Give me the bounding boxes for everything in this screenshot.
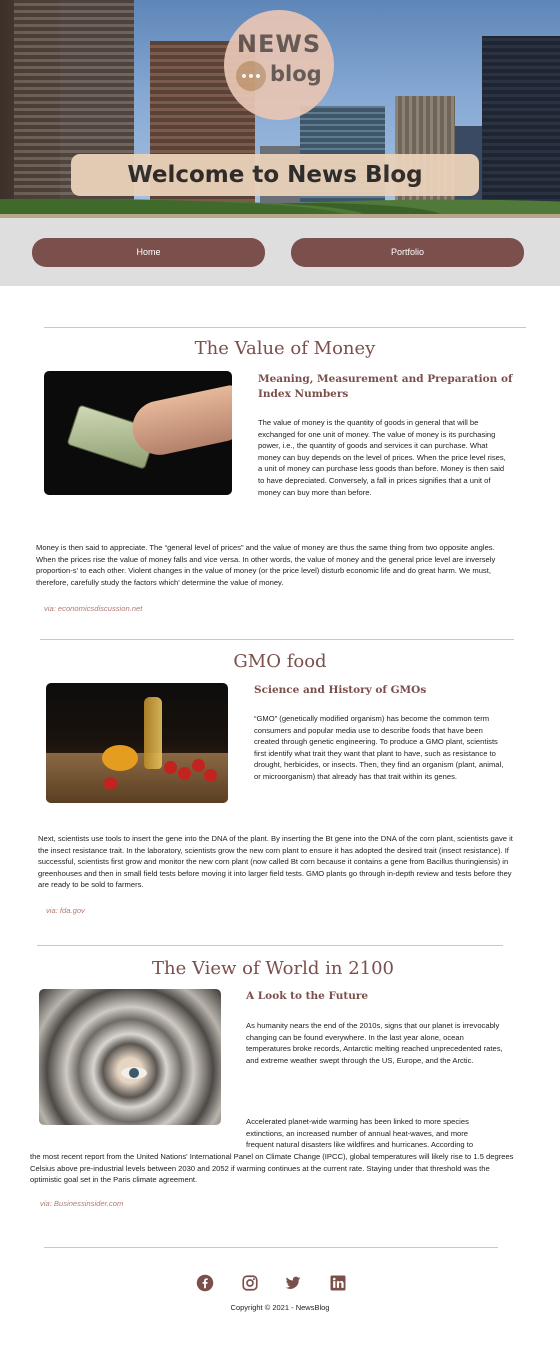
hero-banner: NEWS blog Welcome to News Blog	[0, 0, 560, 216]
twitter-icon[interactable]	[284, 1274, 302, 1292]
chat-bubble-icon	[236, 61, 266, 91]
nav-home-button[interactable]: Home	[32, 238, 265, 267]
article-body: Next, scientists use tools to insert the…	[38, 834, 513, 890]
pepper	[102, 745, 138, 771]
copyright-text: Copyright © 2021 - NewsBlog	[230, 1303, 330, 1312]
site-logo[interactable]: NEWS blog	[224, 10, 334, 120]
eye	[121, 1067, 147, 1079]
nav-portfolio-button[interactable]: Portfolio	[291, 238, 524, 267]
instagram-icon[interactable]	[241, 1274, 259, 1292]
article-title: The Value of Money	[194, 338, 376, 359]
article-body: Accelerated planet-wide warming has been…	[246, 1117, 474, 1150]
tomato	[164, 761, 177, 774]
welcome-heading: Welcome to News Blog	[71, 154, 479, 196]
logo-blog-text: blog	[270, 62, 322, 86]
article-body-continued: the most recent report from the United N…	[30, 1152, 514, 1185]
tomato	[178, 767, 191, 780]
tomato	[104, 777, 117, 790]
footer-divider	[44, 1247, 498, 1248]
section-divider	[37, 945, 503, 946]
article-source-link[interactable]: via: Businessinsider.com	[40, 1199, 123, 1208]
logo-news-text: NEWS	[236, 30, 322, 58]
section-divider	[40, 639, 514, 640]
article-intro: The value of money is the quantity of go…	[258, 418, 506, 497]
world-future-image	[39, 989, 221, 1125]
money-image	[44, 371, 232, 495]
linkedin-icon[interactable]	[329, 1274, 347, 1292]
article-intro: As humanity nears the end of the 2010s, …	[246, 1021, 503, 1065]
article-source-link[interactable]: via: fda.gov	[46, 906, 85, 915]
article-title: The View of World in 2100	[151, 958, 394, 979]
article-source-link[interactable]: via: economicsdiscussion.net	[44, 604, 142, 613]
section-divider	[44, 327, 526, 328]
article-body: Money is then said to appreciate. The “g…	[36, 543, 496, 587]
oil-bottle	[144, 697, 162, 769]
article-subtitle: A Look to the Future	[246, 990, 369, 1002]
hand	[127, 384, 232, 460]
tomato	[192, 759, 205, 772]
facebook-icon[interactable]	[196, 1274, 214, 1292]
article-title: GMO food	[233, 651, 327, 672]
social-links	[196, 1274, 348, 1294]
article-subtitle: Meaning, Measurement and Preparation of …	[258, 373, 513, 400]
tomato	[204, 769, 217, 782]
article-intro: “GMO” (genetically modified organism) ha…	[254, 714, 504, 781]
gmo-food-image	[46, 683, 228, 803]
main-nav: Home Portfolio	[0, 218, 560, 286]
article-subtitle: Science and History of GMOs	[254, 684, 427, 696]
